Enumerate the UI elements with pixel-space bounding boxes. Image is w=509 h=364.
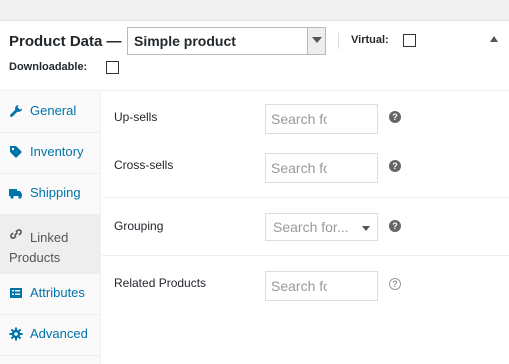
tab-shipping[interactable]: Shipping — [0, 174, 101, 215]
upsells-search-input[interactable]: Search fo — [265, 104, 378, 134]
linked-products-panel: Up-sells Search fo ? Cross-sells Search … — [102, 92, 509, 364]
tab-advanced[interactable]: Advanced — [0, 315, 101, 356]
product-type-value: Simple product — [134, 33, 236, 49]
tab-inventory[interactable]: Inventory — [0, 133, 101, 174]
grouping-select[interactable]: Search for... — [265, 213, 378, 241]
tab-label: Linked Products — [9, 230, 69, 265]
crosssells-search-input[interactable]: Search fo — [265, 153, 378, 183]
chevron-down-icon — [362, 226, 370, 231]
upsells-label: Up-sells — [114, 110, 158, 124]
help-icon[interactable]: ? — [389, 160, 401, 172]
tab-label: Shipping — [30, 185, 81, 200]
tag-icon — [10, 146, 22, 158]
crosssells-placeholder: Search fo — [271, 160, 327, 176]
tab-label: Inventory — [30, 144, 84, 159]
divider — [338, 33, 339, 49]
chevron-down-icon[interactable] — [307, 28, 325, 54]
virtual-label: Virtual: — [351, 34, 389, 46]
gear-icon — [9, 327, 23, 341]
upsells-placeholder: Search fo — [271, 111, 327, 127]
wrench-icon — [10, 105, 22, 117]
tab-label: Attributes — [30, 285, 85, 300]
collapse-toggle-icon[interactable] — [490, 36, 498, 42]
help-icon[interactable]: ? — [389, 111, 401, 123]
downloadable-checkbox[interactable] — [106, 61, 119, 74]
virtual-checkbox[interactable] — [403, 34, 416, 47]
crosssells-label: Cross-sells — [114, 158, 174, 172]
product-type-select[interactable]: Simple product — [127, 27, 326, 55]
product-data-header: Product Data — Simple product Virtual: D… — [0, 21, 509, 91]
grouping-placeholder: Search for... — [273, 219, 349, 235]
grouping-label: Grouping — [114, 219, 164, 233]
divider — [102, 255, 509, 256]
product-data-title: Product Data — — [9, 33, 122, 50]
tab-linked-products[interactable]: Linked Products — [0, 215, 101, 274]
list-icon — [10, 288, 22, 298]
help-icon[interactable]: ? — [389, 220, 401, 232]
top-strip — [0, 0, 509, 21]
tab-attributes[interactable]: Attributes — [0, 274, 101, 315]
related-products-label: Related Products — [114, 276, 207, 290]
related-placeholder: Search fo — [271, 278, 327, 294]
downloadable-label: Downloadable: — [9, 61, 88, 73]
help-icon[interactable]: ? — [389, 278, 401, 290]
truck-icon — [9, 189, 22, 199]
tab-label: General — [30, 103, 77, 118]
product-data-tabs: General Inventory Shipping Linked Produc… — [0, 92, 101, 364]
tab-label: Advanced — [30, 326, 88, 341]
divider — [102, 197, 509, 198]
tab-general[interactable]: General — [0, 92, 101, 133]
related-products-search-input[interactable]: Search fo — [265, 271, 378, 301]
